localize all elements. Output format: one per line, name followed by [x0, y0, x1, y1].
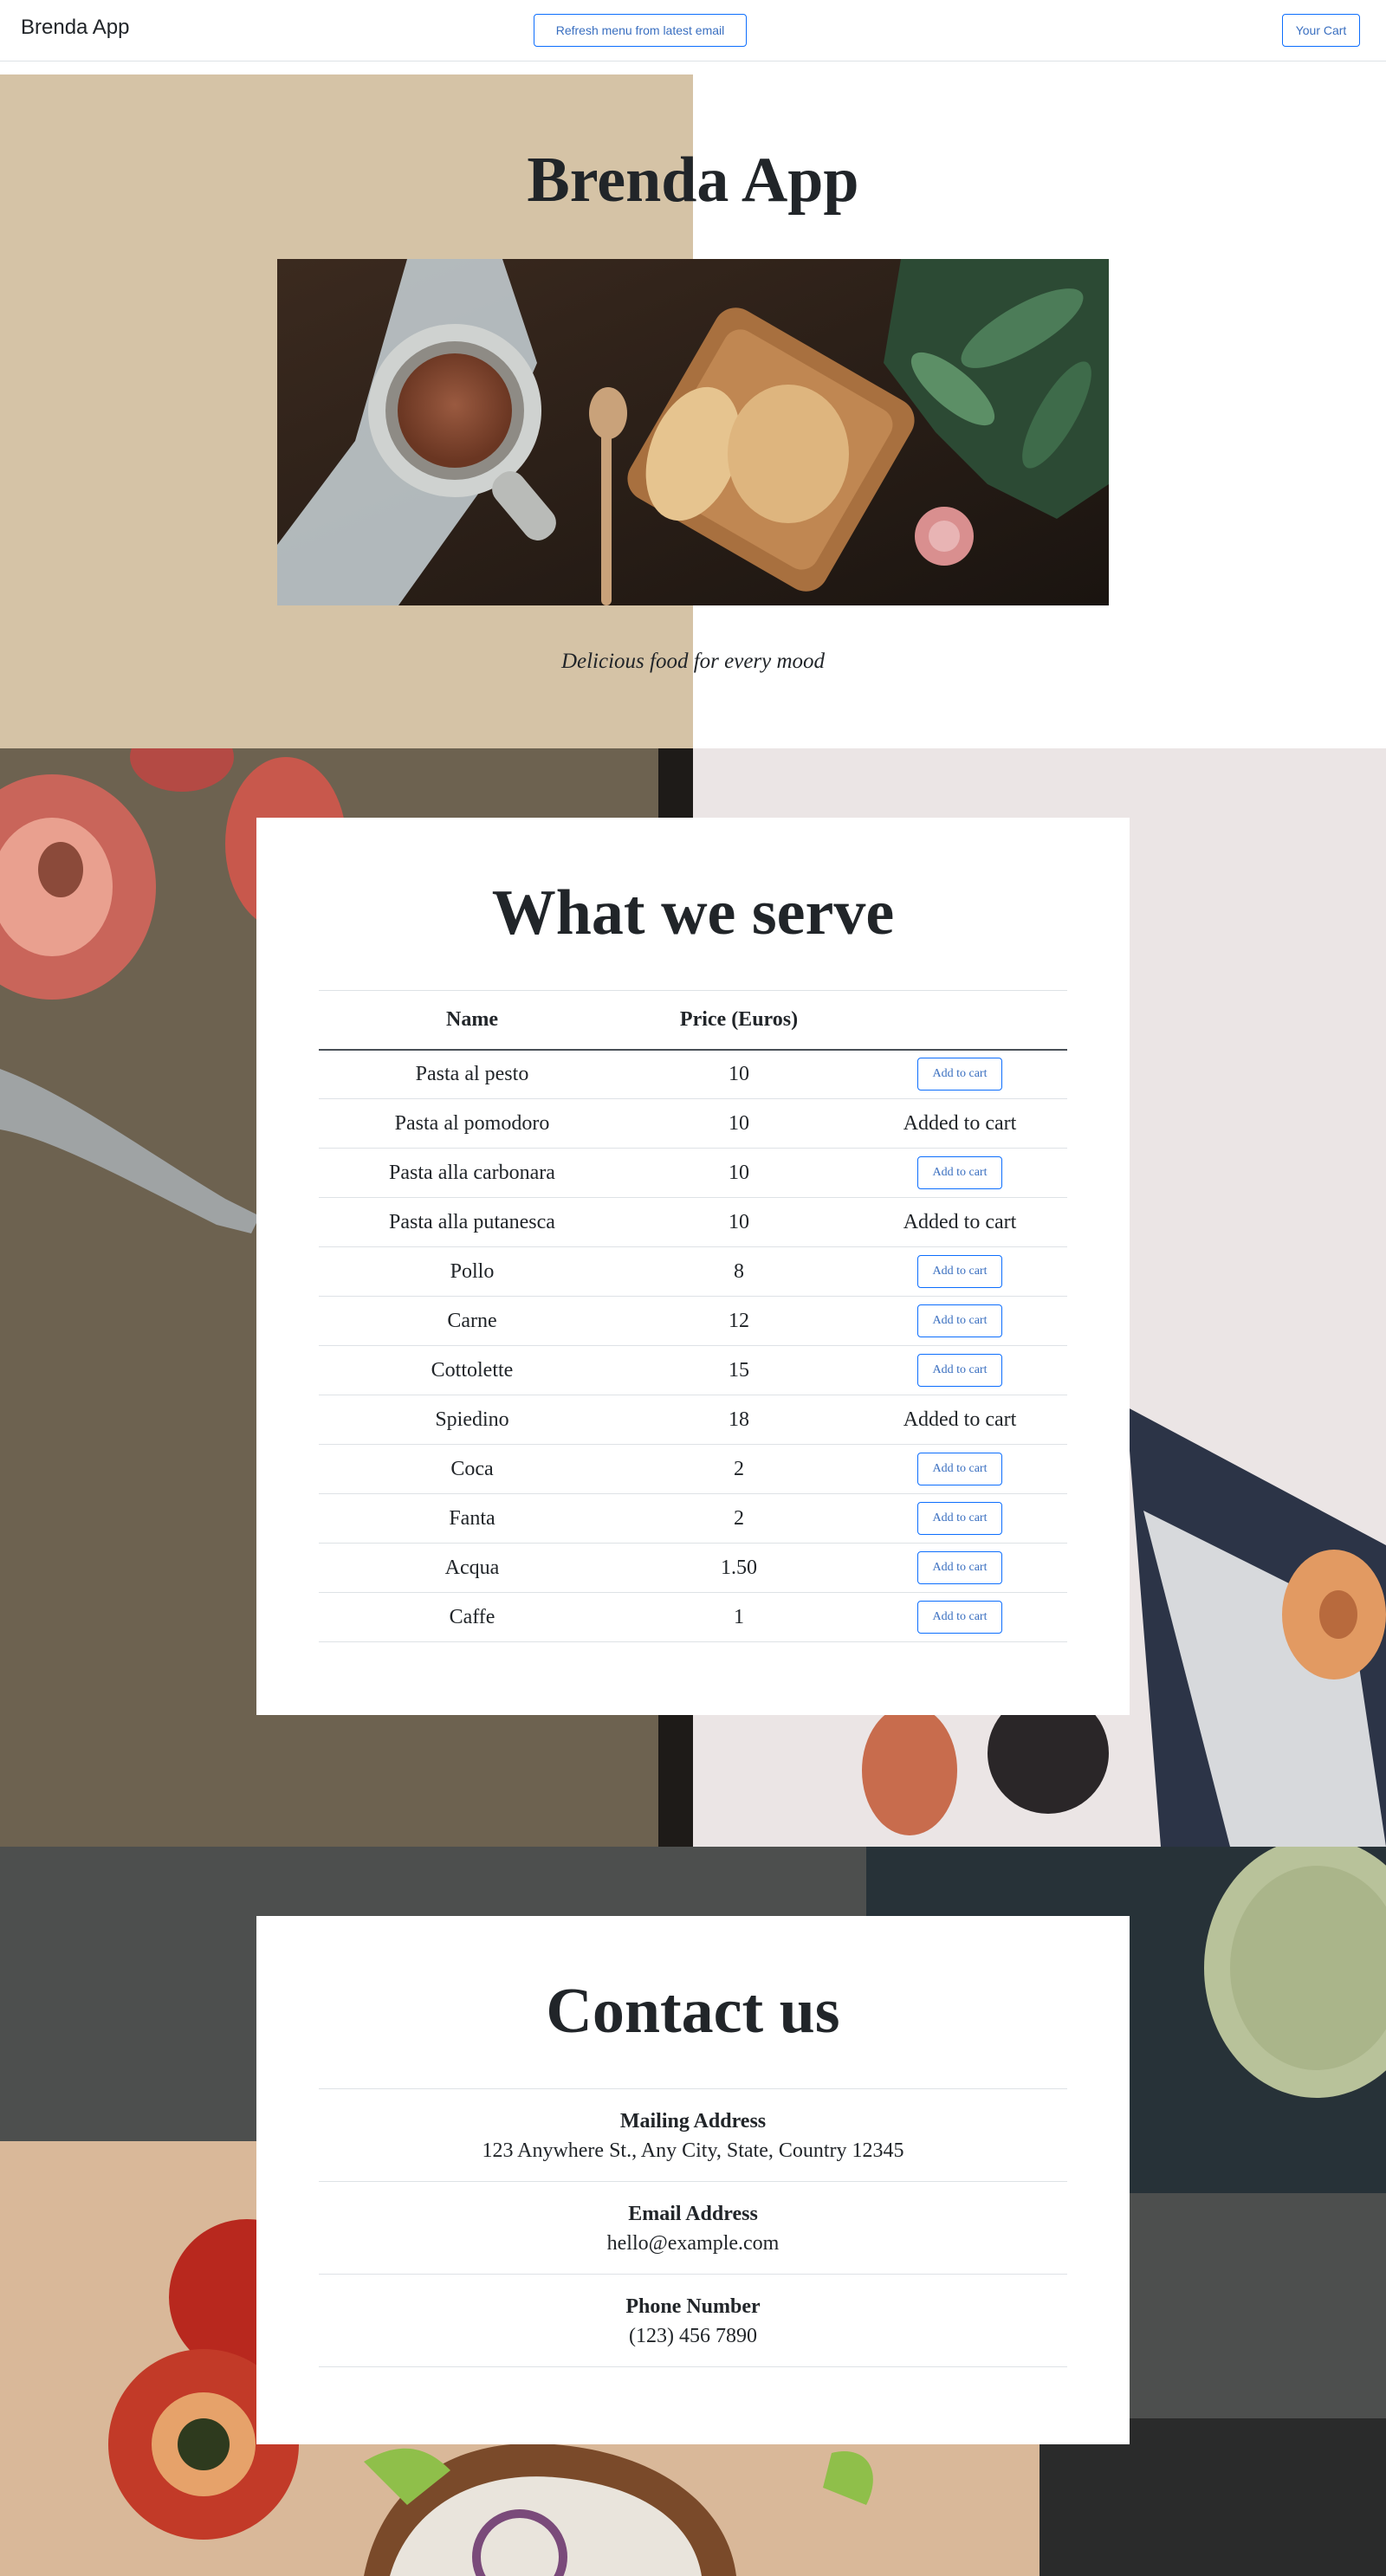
email-address-label: Email Address: [628, 2203, 758, 2225]
item-name: Pollo: [319, 1246, 625, 1297]
table-row: Fanta 2 Add to cart: [319, 1493, 1067, 1544]
column-header-action: [852, 990, 1067, 1051]
table-row: Carne 12 Add to cart: [319, 1296, 1067, 1346]
table-row: Pasta al pomodoro 10 Added to cart: [319, 1098, 1067, 1149]
item-name: Caffe: [319, 1592, 625, 1642]
menu-table-body: Pasta al pesto 10 Add to cart Pasta al p…: [319, 1049, 1067, 1642]
add-to-cart-button[interactable]: Add to cart: [917, 1156, 1002, 1189]
item-action: Add to cart: [852, 1592, 1067, 1642]
item-action: Add to cart: [852, 1246, 1067, 1297]
item-price: 10: [625, 1098, 852, 1149]
hero-food-image: [277, 259, 1109, 605]
added-to-cart-status: Added to cart: [903, 1408, 1017, 1431]
item-name: Pasta al pesto: [319, 1049, 625, 1099]
table-row: Coca 2 Add to cart: [319, 1444, 1067, 1494]
menu-table-header-row: Name Price (Euros): [319, 990, 1067, 1051]
item-price: 15: [625, 1345, 852, 1395]
item-name: Fanta: [319, 1493, 625, 1544]
item-name: Acqua: [319, 1543, 625, 1593]
added-to-cart-status: Added to cart: [903, 1111, 1017, 1135]
add-to-cart-button[interactable]: Add to cart: [917, 1304, 1002, 1337]
item-action: Add to cart: [852, 1049, 1067, 1099]
contact-section: Contact us Mailing Address 123 Anywhere …: [0, 1847, 1386, 2576]
refresh-menu-button[interactable]: Refresh menu from latest email: [534, 14, 747, 47]
table-row: Cottolette 15 Add to cart: [319, 1345, 1067, 1395]
item-action: Add to cart: [852, 1345, 1067, 1395]
email-address-value: hello@example.com: [606, 2232, 780, 2255]
table-row: Spiedino 18 Added to cart: [319, 1395, 1067, 1445]
item-name: Cottolette: [319, 1345, 625, 1395]
menu-title: What we serve: [491, 877, 895, 948]
item-price: 1.50: [625, 1543, 852, 1593]
hero-title: Brenda App: [527, 145, 859, 216]
phone-number-label: Phone Number: [625, 2295, 761, 2318]
add-to-cart-button[interactable]: Add to cart: [917, 1551, 1002, 1584]
phone-number-value: (123) 456 7890: [629, 2325, 757, 2347]
navbar-brand[interactable]: Brenda App: [21, 16, 129, 40]
mailing-address-value: 123 Anywhere St., Any City, State, Count…: [482, 2139, 904, 2162]
hero-food-illustration: [277, 259, 1109, 605]
mailing-address-block: Mailing Address 123 Anywhere St., Any Ci…: [319, 2088, 1067, 2165]
add-to-cart-button[interactable]: Add to cart: [917, 1354, 1002, 1387]
add-to-cart-button[interactable]: Add to cart: [917, 1058, 1002, 1091]
item-price: 18: [625, 1395, 852, 1445]
your-cart-button[interactable]: Your Cart: [1282, 14, 1360, 47]
item-price: 2: [625, 1493, 852, 1544]
item-name: Pasta alla carbonara: [319, 1148, 625, 1198]
column-header-name: Name: [319, 990, 625, 1051]
item-action: Add to cart: [852, 1493, 1067, 1544]
item-action: Add to cart: [852, 1444, 1067, 1494]
menu-card: What we serve Name Price (Euros) Pasta a…: [256, 818, 1130, 1715]
item-name: Coca: [319, 1444, 625, 1494]
item-action: Add to cart: [852, 1543, 1067, 1593]
item-action: Add to cart: [852, 1148, 1067, 1198]
item-name: Spiedino: [319, 1395, 625, 1445]
table-row: Pollo 8 Add to cart: [319, 1246, 1067, 1297]
column-header-price: Price (Euros): [625, 990, 852, 1051]
item-price: 2: [625, 1444, 852, 1494]
hero-tagline: Delicious food for every mood: [560, 650, 826, 673]
top-navbar: Brenda App Refresh menu from latest emai…: [0, 0, 1386, 61]
item-action: Add to cart: [852, 1296, 1067, 1346]
add-to-cart-button[interactable]: Add to cart: [917, 1502, 1002, 1535]
item-action: Added to cart: [852, 1098, 1067, 1149]
added-to-cart-status: Added to cart: [903, 1210, 1017, 1233]
menu-section: What we serve Name Price (Euros) Pasta a…: [0, 748, 1386, 1847]
item-price: 8: [625, 1246, 852, 1297]
phone-number-block: Phone Number (123) 456 7890: [319, 2274, 1067, 2351]
item-price: 10: [625, 1049, 852, 1099]
hero-section: Brenda App Delicious food for every mood: [0, 74, 1386, 748]
table-row: Acqua 1.50 Add to cart: [319, 1543, 1067, 1593]
contact-title: Contact us: [546, 1976, 840, 2047]
add-to-cart-button[interactable]: Add to cart: [917, 1255, 1002, 1288]
add-to-cart-button[interactable]: Add to cart: [917, 1601, 1002, 1634]
contact-divider: [319, 2366, 1067, 2367]
item-name: Pasta alla putanesca: [319, 1197, 625, 1247]
add-to-cart-button[interactable]: Add to cart: [917, 1453, 1002, 1485]
item-price: 1: [625, 1592, 852, 1642]
table-row: Caffe 1 Add to cart: [319, 1592, 1067, 1642]
contact-card: Contact us Mailing Address 123 Anywhere …: [256, 1916, 1130, 2444]
item-action: Added to cart: [852, 1395, 1067, 1445]
item-price: 10: [625, 1197, 852, 1247]
table-row: Pasta alla carbonara 10 Add to cart: [319, 1148, 1067, 1198]
table-row: Pasta alla putanesca 10 Added to cart: [319, 1197, 1067, 1247]
table-row: Pasta al pesto 10 Add to cart: [319, 1049, 1067, 1099]
item-action: Added to cart: [852, 1197, 1067, 1247]
mailing-address-label: Mailing Address: [619, 2110, 767, 2133]
item-name: Pasta al pomodoro: [319, 1098, 625, 1149]
item-price: 10: [625, 1148, 852, 1198]
item-name: Carne: [319, 1296, 625, 1346]
email-address-block: Email Address hello@example.com: [319, 2181, 1067, 2258]
menu-table: Name Price (Euros) Pasta al pesto 10 Add…: [319, 990, 1067, 1642]
item-price: 12: [625, 1296, 852, 1346]
